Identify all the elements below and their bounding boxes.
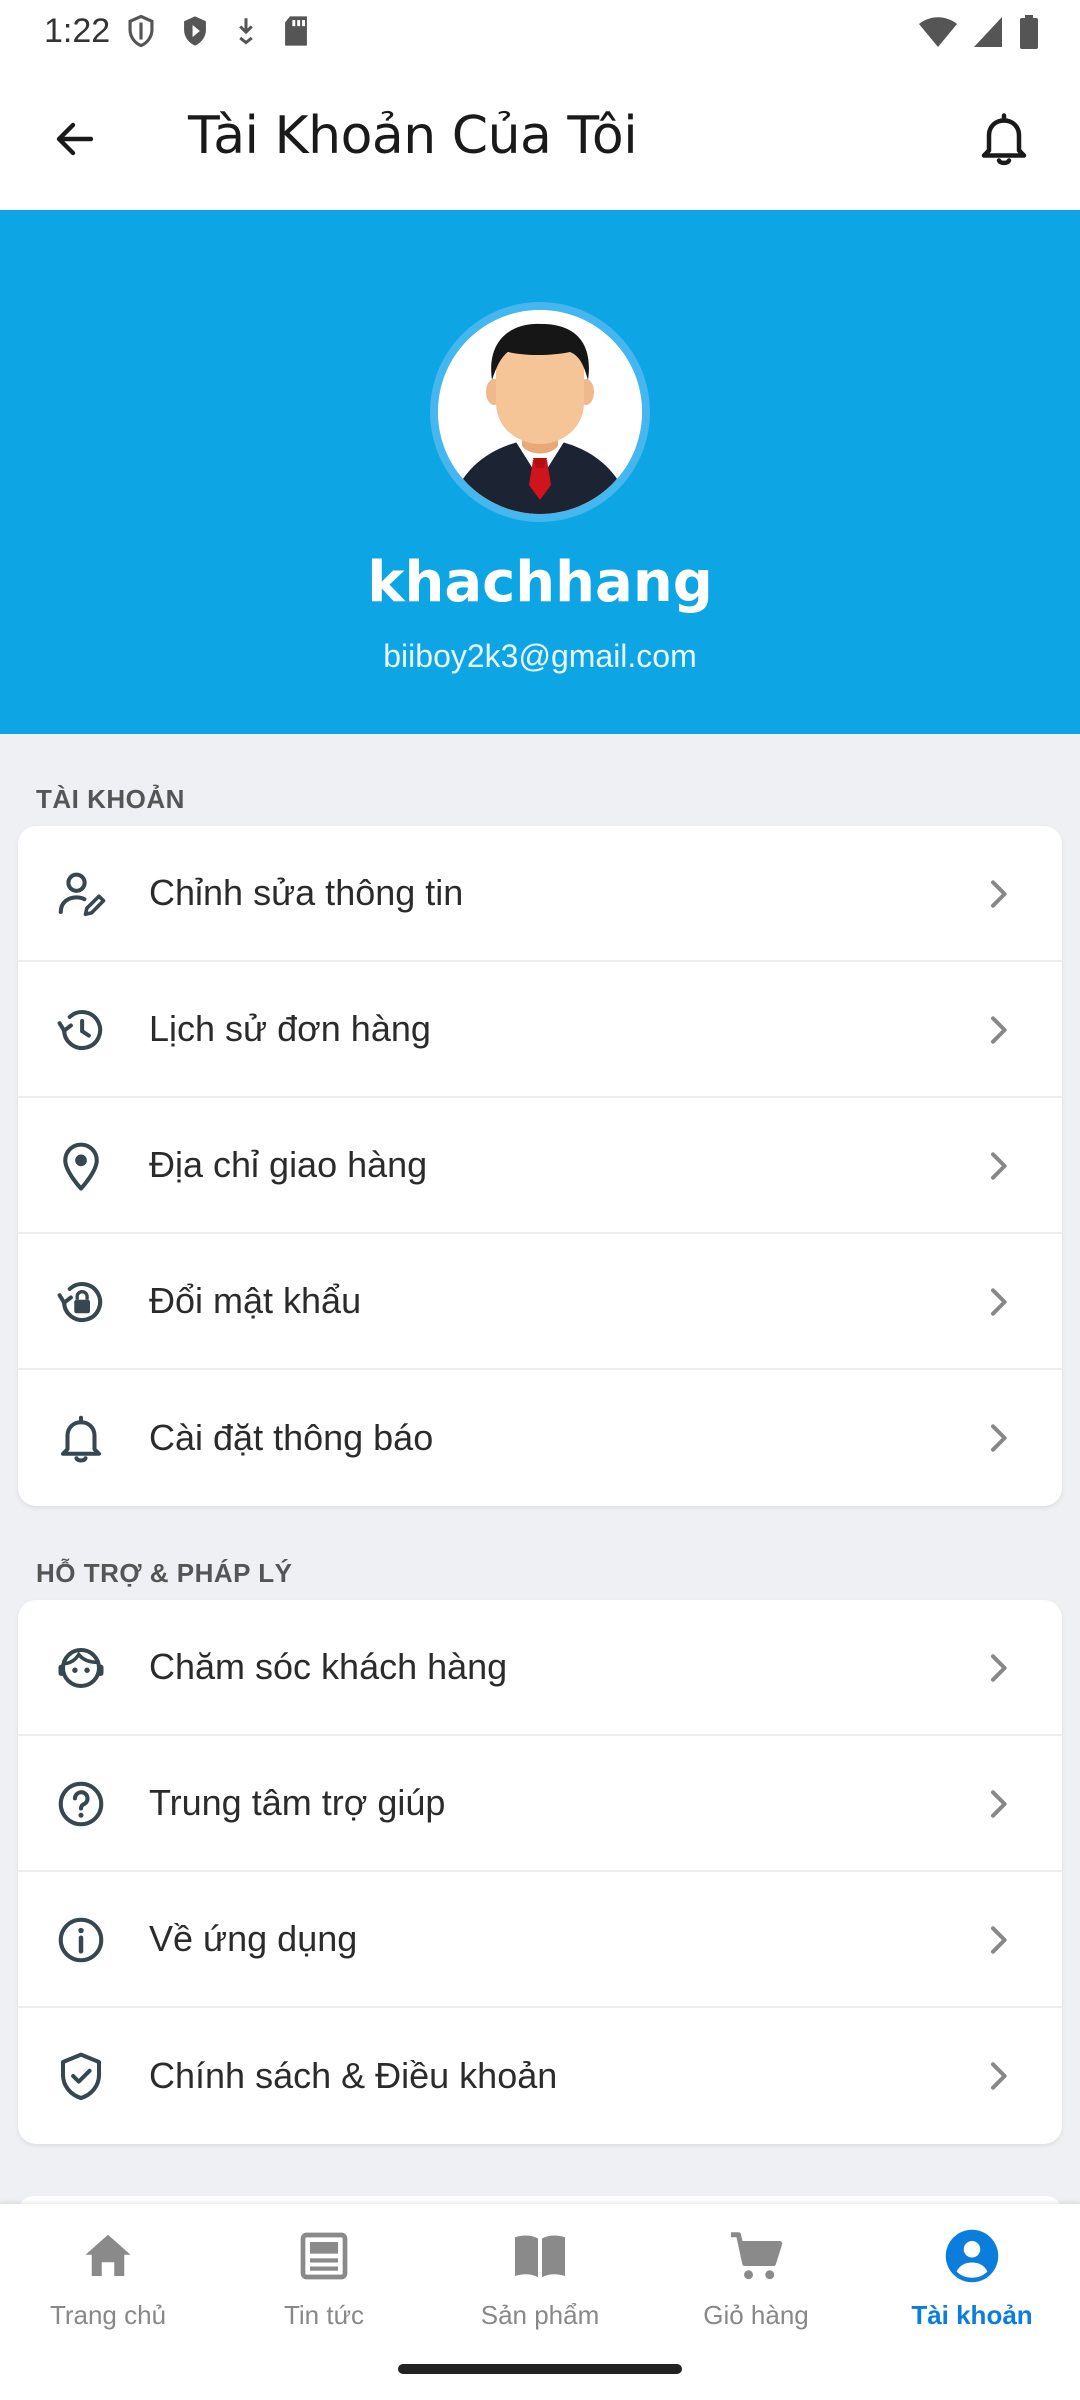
menu-item-change-password[interactable]: Đổi mật khẩu: [18, 1234, 1062, 1370]
account-icon: [940, 2224, 1004, 2288]
shield-check-icon: [54, 2049, 108, 2103]
cart-icon: [724, 2224, 788, 2288]
menu-item-about-app[interactable]: Về ứng dụng: [18, 1872, 1062, 2008]
menu-label: Đổi mật khẩu: [149, 1280, 362, 1321]
nav-products[interactable]: Sản phẩm: [432, 2224, 648, 2344]
menu-item-customer-care[interactable]: Chăm sóc khách hàng: [18, 1600, 1062, 1736]
play-protect-icon: [184, 16, 206, 46]
menu-item-shipping-address[interactable]: Địa chỉ giao hàng: [18, 1098, 1062, 1234]
nav-cart[interactable]: Giỏ hàng: [648, 2224, 864, 2344]
user-email: biiboy2k3@gmail.com: [383, 638, 697, 674]
page-title: Tài Khoản Của Tôi: [188, 106, 638, 166]
menu-item-edit-profile[interactable]: Chỉnh sửa thông tin: [18, 826, 1062, 962]
status-bar: 1:22: [0, 0, 1080, 64]
app-bar: Tài Khoản Của Tôi: [0, 64, 1080, 210]
account-menu-card: Chỉnh sửa thông tin Lịch sử đơn hàng Địa…: [18, 826, 1062, 1506]
chevron-right-icon: [991, 1926, 1007, 1954]
book-icon: [508, 2224, 572, 2288]
nav-account[interactable]: Tài khoản: [864, 2224, 1080, 2344]
info-icon: [54, 1913, 108, 1967]
profile-header: khachhang biiboy2k3@gmail.com: [0, 210, 1080, 734]
sd-card-icon: [285, 16, 307, 46]
status-time: 1:22: [44, 12, 111, 50]
menu-label: Chăm sóc khách hàng: [149, 1646, 508, 1687]
edit-user-icon: [54, 867, 108, 921]
menu-label: Trung tâm trợ giúp: [149, 1782, 446, 1823]
menu-label: Địa chỉ giao hàng: [149, 1144, 428, 1185]
bell-icon: [981, 113, 1027, 166]
bell-icon: [54, 1411, 108, 1465]
menu-label: Về ứng dụng: [149, 1918, 358, 1959]
notifications-button[interactable]: [966, 100, 1042, 176]
nav-label: Trang chủ: [49, 2300, 167, 2330]
menu-item-notification-settings[interactable]: Cài đặt thông báo: [18, 1370, 1062, 1506]
support-agent-icon: [54, 1641, 108, 1695]
chevron-right-icon: [991, 1424, 1007, 1452]
arrow-left-icon: [56, 122, 94, 156]
menu-label: Cài đặt thông báo: [149, 1417, 434, 1458]
signal-icon: [974, 17, 1002, 47]
menu-item-policy-terms[interactable]: Chính sách & Điều khoản: [18, 2008, 1062, 2144]
nav-label: Tài khoản: [911, 2300, 1033, 2330]
user-name: khachhang: [367, 550, 713, 615]
section-title-account: TÀI KHOẢN: [36, 784, 185, 814]
home-icon: [76, 2224, 140, 2288]
chevron-right-icon: [991, 1790, 1007, 1818]
history-icon: [54, 1003, 108, 1057]
menu-item-help-center[interactable]: Trung tâm trợ giúp: [18, 1736, 1062, 1872]
avatar[interactable]: [430, 302, 650, 522]
home-indicator[interactable]: [398, 2364, 682, 2374]
chevron-right-icon: [991, 1016, 1007, 1044]
avatar-man-icon: [438, 310, 642, 514]
back-button[interactable]: [40, 104, 110, 174]
location-pin-icon: [54, 1139, 108, 1193]
chevron-right-icon: [991, 1288, 1007, 1316]
nav-home[interactable]: Trang chủ: [0, 2224, 216, 2344]
support-menu-card: Chăm sóc khách hàng Trung tâm trợ giúp V…: [18, 1600, 1062, 2144]
help-circle-icon: [54, 1777, 108, 1831]
chevron-right-icon: [991, 1654, 1007, 1682]
shield-status-icon: [128, 14, 154, 48]
nav-label: Giỏ hàng: [703, 2300, 809, 2330]
menu-label: Chỉnh sửa thông tin: [149, 872, 464, 913]
wifi-icon: [919, 17, 957, 47]
nav-label: Sản phẩm: [480, 2300, 600, 2330]
status-notification-icons: [126, 14, 310, 48]
news-icon: [292, 2224, 356, 2288]
status-system-icons: [918, 14, 1040, 50]
lock-reset-icon: [54, 1275, 108, 1329]
battery-icon: [1020, 15, 1038, 49]
chevron-right-icon: [991, 1152, 1007, 1180]
chevron-right-icon: [991, 2062, 1007, 2090]
chevron-right-icon: [991, 880, 1007, 908]
menu-label: Chính sách & Điều khoản: [149, 2055, 558, 2096]
nav-label: Tin tức: [283, 2300, 364, 2330]
nav-news[interactable]: Tin tức: [216, 2224, 432, 2344]
download-status-icon: [239, 18, 253, 45]
section-title-support: HỖ TRỢ & PHÁP LÝ: [36, 1558, 293, 1588]
menu-item-order-history[interactable]: Lịch sử đơn hàng: [18, 962, 1062, 1098]
menu-label: Lịch sử đơn hàng: [149, 1008, 431, 1049]
